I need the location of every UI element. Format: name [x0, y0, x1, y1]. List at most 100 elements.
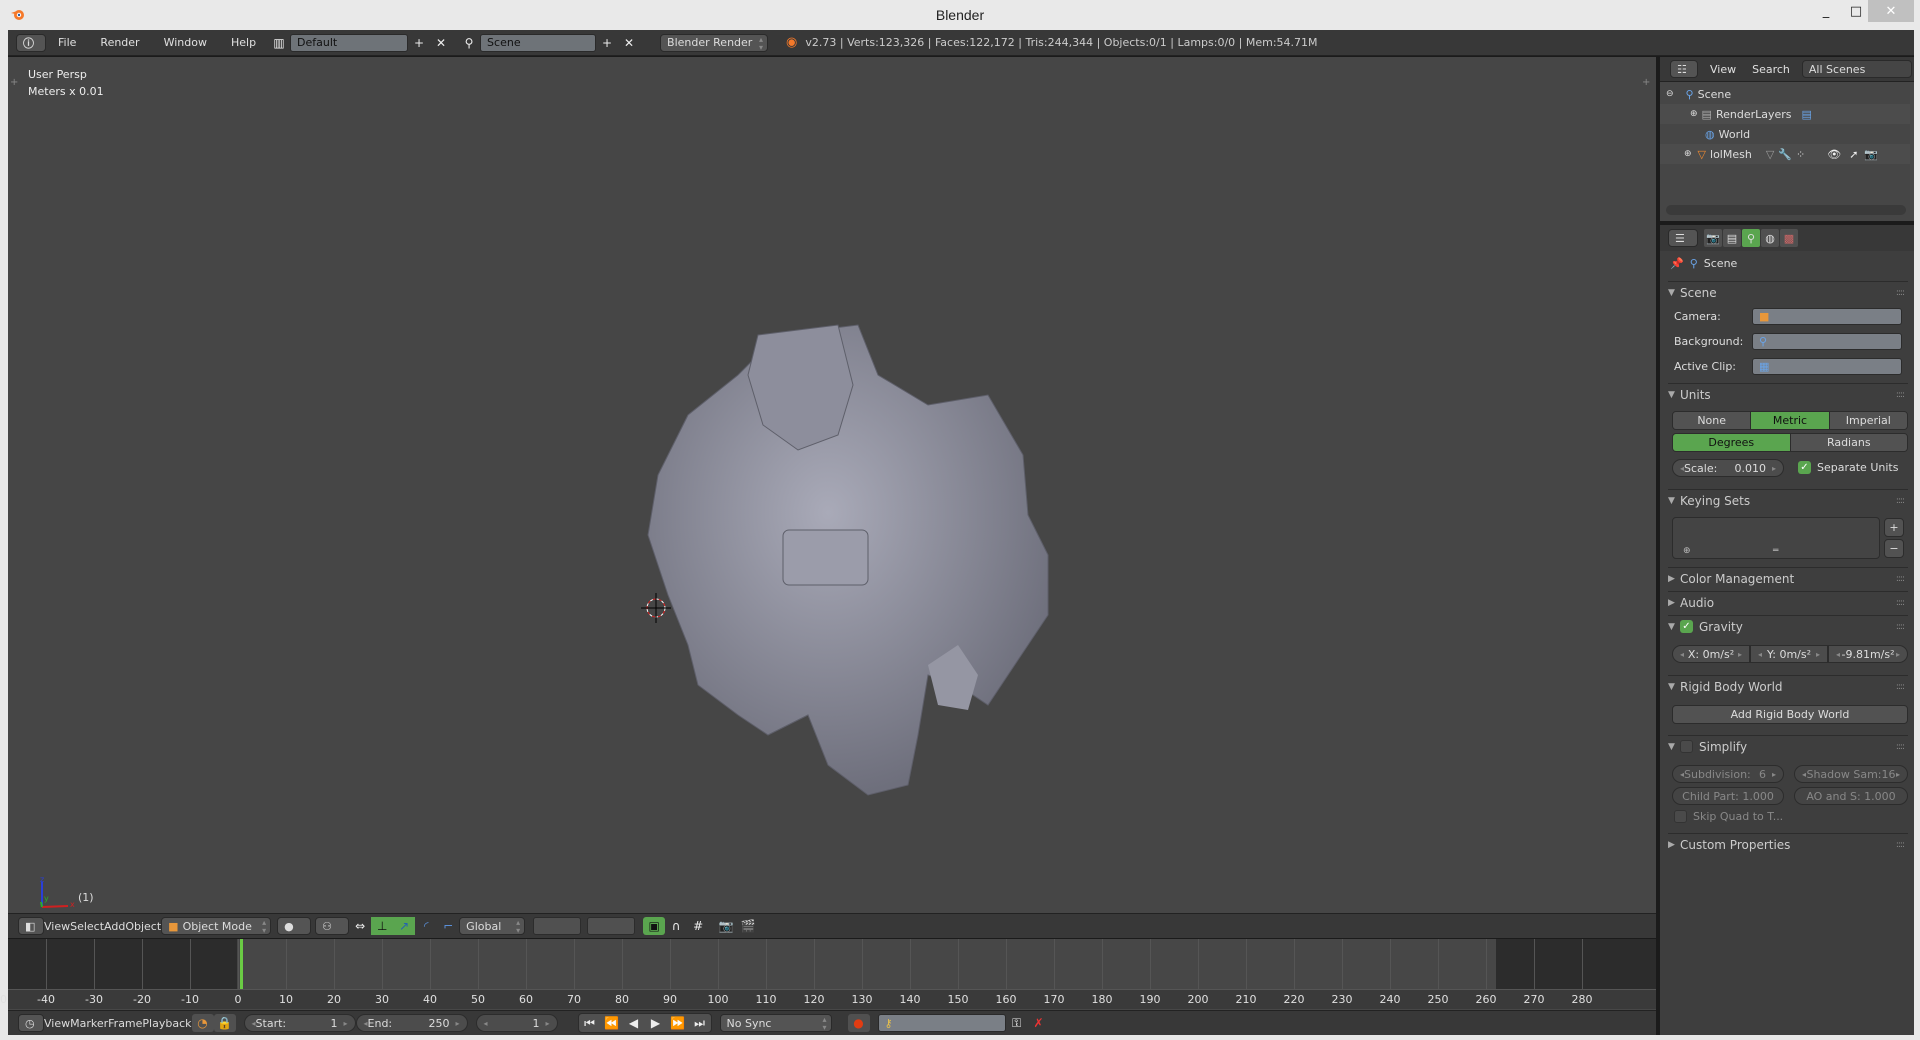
- unit-system-selector[interactable]: None Metric Imperial: [1672, 411, 1908, 430]
- jump-end-button[interactable]: ⏭: [689, 1014, 711, 1032]
- panel-grip-icon[interactable]: ::::: [1896, 742, 1905, 752]
- panel-grip-icon[interactable]: ::::: [1896, 496, 1905, 506]
- layer-buttons-1[interactable]: [533, 917, 582, 935]
- outliner-menu-search[interactable]: Search: [1748, 63, 1794, 76]
- start-frame-field[interactable]: ◂ Start: 1 ▸: [243, 1014, 356, 1032]
- unit-imperial-option[interactable]: Imperial: [1829, 412, 1907, 429]
- outliner-item-world[interactable]: ◍ World: [1660, 124, 1910, 144]
- timeline-editor[interactable]: -50 -40 -30 -20 -10 0 10 20 30 40 50 60 70 80 90 100 110…: [0, 939, 1656, 1010]
- sync-mode-dropdown[interactable]: No Sync ▴ ▾: [719, 1014, 832, 1032]
- panel-grip-icon[interactable]: ::::: [1896, 598, 1905, 608]
- panel-scene-header[interactable]: ▼ Scene::::: [1668, 281, 1908, 303]
- manipulator-toggle[interactable]: ⇔: [349, 917, 371, 935]
- screen-layout-icon[interactable]: ▥: [268, 34, 290, 52]
- menu-marker[interactable]: Marker: [70, 1017, 108, 1030]
- simplify-subdivision-field[interactable]: ◂ Subdivision: 6 ▸: [1672, 765, 1784, 783]
- pivot-point-dropdown[interactable]: ⚇: [315, 917, 350, 935]
- scale-manipulator-button[interactable]: ⌐: [437, 917, 459, 935]
- transform-orientation-dropdown[interactable]: Global ▴ ▾: [459, 917, 526, 935]
- delete-keyframe-button[interactable]: ✗: [1028, 1014, 1050, 1032]
- separate-units-checkbox[interactable]: ✓ Separate Units: [1798, 461, 1898, 474]
- render-engine-dropdown[interactable]: Blender Render ▴ ▾: [660, 33, 769, 52]
- outliner-item-lolmesh[interactable]: ⊕ ▽ lolMesh ▽ 🔧 ⁘ 👁 ➚ 📷: [1660, 144, 1910, 164]
- simplify-ao-sss-field[interactable]: AO and S: 1.000: [1794, 787, 1908, 805]
- mesh-model-lolmesh[interactable]: [628, 315, 1088, 815]
- menu-playback[interactable]: Playback: [142, 1017, 191, 1030]
- outliner-item-renderlayers[interactable]: ⊕ ▤ RenderLayers ▤: [1660, 104, 1910, 124]
- simplify-checkbox[interactable]: [1680, 740, 1693, 753]
- add-keying-set-button[interactable]: +: [1884, 518, 1904, 537]
- editor-type-info-button[interactable]: ⓘ: [16, 33, 46, 52]
- remove-keying-set-button[interactable]: −: [1884, 539, 1904, 558]
- editor-type-outliner-button[interactable]: ☷: [1670, 60, 1698, 78]
- translate-manipulator-button[interactable]: ⊥: [371, 917, 394, 935]
- 3d-cursor-icon[interactable]: [641, 593, 671, 623]
- menu-select[interactable]: Select: [70, 920, 104, 933]
- panel-custom-properties-header[interactable]: ▶ Custom Properties::::: [1668, 833, 1908, 855]
- close-window-button[interactable]: ✕: [1868, 0, 1914, 22]
- outliner-item-scene[interactable]: ⊖ ⚲ Scene: [1660, 84, 1910, 104]
- panel-rigid-body-world-header[interactable]: ▼ Rigid Body World::::: [1668, 675, 1908, 697]
- jump-next-keyframe-button[interactable]: ⏩: [667, 1014, 689, 1032]
- panel-gravity-header[interactable]: ▼ ✓ Gravity::::: [1668, 615, 1908, 637]
- tab-render-layers[interactable]: ▤: [1723, 229, 1741, 247]
- tab-render[interactable]: 📷: [1704, 229, 1722, 247]
- insert-keyframe-button[interactable]: ⚿: [1006, 1014, 1028, 1032]
- gravity-x-field[interactable]: ◂ X: 0m/s² ▸: [1672, 645, 1750, 663]
- jump-start-button[interactable]: ⏮: [579, 1014, 601, 1032]
- visibility-eye-icon[interactable]: 👁: [1827, 148, 1841, 161]
- menu-window[interactable]: Window: [152, 36, 219, 49]
- list-resize-grip-icon[interactable]: ═: [1773, 546, 1778, 556]
- keying-set-field[interactable]: ⚷: [877, 1014, 1006, 1032]
- menu-render[interactable]: Render: [88, 36, 151, 49]
- renderability-camera-icon[interactable]: 📷: [1864, 148, 1878, 161]
- tab-scene[interactable]: ⚲: [1742, 229, 1760, 247]
- add-layout-button[interactable]: +: [408, 34, 430, 52]
- menu-object[interactable]: Object: [125, 920, 161, 933]
- pin-icon[interactable]: 📌: [1670, 257, 1684, 270]
- scene-field[interactable]: Scene: [480, 33, 597, 52]
- radians-option[interactable]: Radians: [1790, 434, 1907, 451]
- panel-color-management-header[interactable]: ▶ Color Management::::: [1668, 567, 1908, 589]
- rotation-units-selector[interactable]: Degrees Radians: [1672, 433, 1908, 452]
- viewport-shading-dropdown[interactable]: ●: [277, 917, 312, 935]
- editor-type-3dview-button[interactable]: ◧: [18, 917, 44, 935]
- timeline-ruler[interactable]: -50 -40 -30 -20 -10 0 10 20 30 40 50 60 70 80 90 100 110…: [0, 989, 1656, 1009]
- properties-expand-icon[interactable]: +: [1642, 77, 1652, 89]
- layout-field[interactable]: Default: [290, 33, 409, 52]
- panel-grip-icon[interactable]: ::::: [1896, 574, 1905, 584]
- current-frame-field[interactable]: ◂ 1 ▸: [475, 1014, 558, 1032]
- menu-view[interactable]: View: [44, 920, 70, 933]
- background-field[interactable]: ⚲: [1752, 333, 1902, 350]
- camera-field[interactable]: ■: [1752, 308, 1902, 325]
- play-button[interactable]: ▶: [645, 1014, 667, 1032]
- panel-grip-icon[interactable]: ::::: [1896, 840, 1905, 850]
- editor-type-timeline-button[interactable]: ◷: [18, 1014, 44, 1032]
- gravity-z-field[interactable]: ◂ -9.81m/s² ▸: [1828, 645, 1908, 663]
- scene-selector-icon[interactable]: ⚲: [458, 34, 480, 52]
- gravity-checkbox[interactable]: ✓: [1680, 620, 1693, 633]
- menu-frame[interactable]: Frame: [108, 1017, 142, 1030]
- snap-element-dropdown[interactable]: #: [687, 917, 709, 935]
- 3d-viewport[interactable]: User Persp Meters x 0.01 + + z y x (1): [8, 57, 1656, 913]
- selectability-cursor-icon[interactable]: ➚: [1849, 148, 1858, 161]
- opengl-render-button[interactable]: 📷: [715, 917, 737, 935]
- collapse-icon[interactable]: ⊖: [1666, 89, 1674, 99]
- gravity-y-field[interactable]: ◂ Y: 0m/s² ▸: [1750, 645, 1828, 663]
- lock-camera-layers-button[interactable]: ▣: [643, 917, 666, 935]
- panel-grip-icon[interactable]: ::::: [1896, 622, 1905, 632]
- panel-simplify-header[interactable]: ▼ Simplify::::: [1668, 735, 1908, 757]
- preview-range-button[interactable]: ◔: [191, 1014, 214, 1032]
- translate-arrow-button[interactable]: ↗: [393, 917, 416, 935]
- menu-add[interactable]: Add: [104, 920, 125, 933]
- panel-grip-icon[interactable]: ::::: [1896, 390, 1905, 400]
- panel-units-header[interactable]: ▼ Units::::: [1668, 383, 1908, 405]
- panel-audio-header[interactable]: ▶ Audio::::: [1668, 591, 1908, 613]
- keying-sets-list[interactable]: ⊕ ═: [1672, 517, 1880, 559]
- jump-prev-keyframe-button[interactable]: ⏪: [601, 1014, 623, 1032]
- editor-type-properties-button[interactable]: ☰: [1668, 229, 1698, 247]
- snap-toggle-button[interactable]: ∩: [665, 917, 687, 935]
- degrees-option[interactable]: Degrees: [1673, 434, 1791, 451]
- unit-metric-option[interactable]: Metric: [1751, 412, 1830, 429]
- panel-grip-icon[interactable]: ::::: [1896, 682, 1905, 692]
